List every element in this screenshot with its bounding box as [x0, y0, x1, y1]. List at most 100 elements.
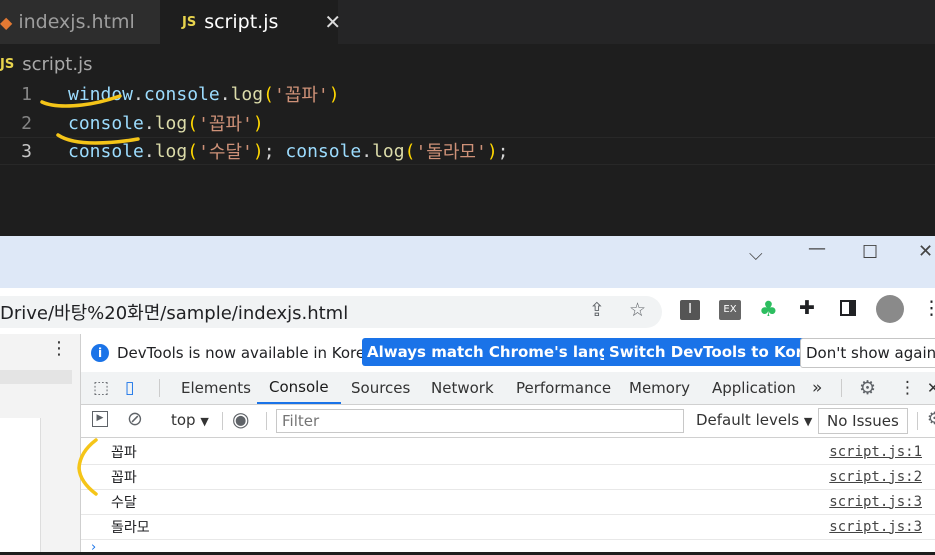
- share-icon[interactable]: ⇪: [589, 299, 605, 321]
- breadcrumb[interactable]: JS script.js: [0, 50, 92, 78]
- code-token: console: [143, 83, 220, 105]
- code-token: .: [133, 83, 144, 105]
- console-log-row[interactable]: 꼽파 script.js:2: [81, 464, 935, 490]
- browser-title-bar: ⌵ — ☐ ✕: [0, 236, 935, 288]
- chevron-down-icon[interactable]: ⌵: [749, 244, 763, 265]
- eye-icon[interactable]: ◉: [232, 407, 249, 431]
- console-toolbar: ▶ ⊘ top ▼ ◉ Default levels ▼ No Issues ⚙: [81, 405, 935, 438]
- code-token: console: [68, 140, 144, 162]
- code-token: (: [404, 140, 416, 162]
- page-viewport: ⋮: [0, 334, 80, 552]
- context-label: top: [171, 411, 196, 429]
- code-token: .: [143, 112, 155, 134]
- tab-indexjs-html[interactable]: ◆ indexjs.html: [0, 0, 160, 44]
- breadcrumb-file: script.js: [22, 53, 93, 75]
- log-levels-label: Default levels: [696, 411, 800, 429]
- extension-icon[interactable]: I: [680, 300, 700, 320]
- tab-script-js[interactable]: JS script.js ✕: [160, 0, 341, 44]
- info-icon: i: [91, 344, 109, 362]
- code-token: .: [361, 140, 373, 162]
- code-token: console: [285, 140, 362, 162]
- device-toolbar-icon[interactable]: ▯: [125, 372, 134, 404]
- divider: [222, 412, 223, 430]
- maximize-icon[interactable]: ☐: [862, 242, 878, 263]
- tab-elements[interactable]: Elements: [181, 372, 251, 404]
- console-log-row[interactable]: 꼽파 script.js:1: [81, 439, 935, 465]
- inspect-element-icon[interactable]: ⬚: [93, 372, 109, 404]
- tab-application[interactable]: Application: [712, 372, 796, 404]
- close-window-icon[interactable]: ✕: [918, 241, 933, 262]
- js-file-icon: JS: [0, 56, 15, 72]
- divider: [917, 412, 918, 430]
- console-prompt-icon[interactable]: ›: [91, 540, 96, 555]
- gear-icon[interactable]: ⚙: [927, 409, 935, 429]
- tab-sources[interactable]: Sources: [351, 372, 410, 404]
- divider: [841, 379, 842, 397]
- log-source-link[interactable]: script.js:1: [829, 444, 922, 460]
- page-content-block: [0, 370, 72, 384]
- language-infobar: i DevTools is now available in Korean! A…: [81, 334, 935, 373]
- code-token: ;: [497, 140, 509, 162]
- dropdown-arrow-icon: ▼: [200, 415, 209, 428]
- infobar-text: DevTools is now available in Korean!: [117, 344, 390, 362]
- puzzle-extensions-icon[interactable]: ✚: [799, 297, 815, 319]
- sidebar-toggle-icon[interactable]: ▶: [92, 411, 108, 427]
- browser-window: ⌵ — ☐ ✕ Drive/바탕%20화면/sample/indexjs.htm…: [0, 236, 935, 555]
- code-token: ;: [263, 140, 286, 162]
- log-source-link[interactable]: script.js:3: [829, 494, 922, 510]
- filter-input[interactable]: [276, 409, 684, 433]
- code-token: window: [68, 83, 134, 105]
- code-token: ): [486, 140, 498, 162]
- tab-memory[interactable]: Memory: [629, 372, 690, 404]
- evernote-icon[interactable]: ♣: [759, 297, 778, 321]
- dont-show-again-button[interactable]: Don't show again: [800, 338, 935, 368]
- code-token: ): [252, 112, 264, 134]
- code-token: (: [187, 140, 199, 162]
- log-source-link[interactable]: script.js:2: [829, 469, 922, 485]
- tab-performance[interactable]: Performance: [516, 372, 611, 404]
- extension-ex-icon[interactable]: EX: [719, 300, 741, 320]
- console-log-row[interactable]: 수달 script.js:3: [81, 489, 935, 515]
- tab-label: script.js: [204, 11, 279, 33]
- log-message: 꼽파: [111, 444, 137, 461]
- divider: [266, 412, 267, 430]
- gear-icon[interactable]: ⚙: [859, 372, 876, 404]
- page-content-block: [0, 418, 41, 552]
- context-selector[interactable]: top ▼: [171, 411, 209, 429]
- code-line[interactable]: 3 console. log('수달'); console. log('돌라모');: [0, 137, 935, 165]
- code-line[interactable]: 1 window. console. log('꼽파'): [0, 80, 935, 108]
- bookmark-star-icon[interactable]: ☆: [629, 299, 646, 321]
- code-line[interactable]: 2 console. log('꼽파'): [0, 109, 935, 137]
- code-token: .: [143, 140, 155, 162]
- dropdown-arrow-icon: ▼: [803, 415, 813, 428]
- more-menu-icon[interactable]: ⋮: [899, 372, 916, 404]
- tab-label: indexjs.html: [18, 11, 135, 33]
- line-number: 1: [21, 83, 32, 105]
- more-menu-icon[interactable]: ⋮: [50, 338, 68, 359]
- code-token: console: [68, 112, 144, 134]
- log-levels-dropdown[interactable]: Default levels ▼: [696, 411, 812, 429]
- issues-button[interactable]: No Issues: [818, 408, 908, 434]
- close-icon[interactable]: ✕: [927, 372, 935, 404]
- close-icon[interactable]: ✕: [324, 10, 341, 34]
- url-bar[interactable]: Drive/바탕%20화면/sample/indexjs.html ⇪ ☆: [0, 296, 662, 328]
- clear-console-icon[interactable]: ⊘: [127, 408, 143, 430]
- more-tabs-icon[interactable]: »: [812, 372, 822, 404]
- line-number: 2: [21, 112, 32, 134]
- html-file-icon: ◆: [0, 12, 13, 32]
- avatar[interactable]: [876, 295, 904, 323]
- log-source-link[interactable]: script.js:3: [829, 519, 922, 535]
- console-log-row[interactable]: 돌라모 script.js:3: [81, 514, 935, 540]
- code-token: .: [219, 83, 231, 105]
- tab-network[interactable]: Network: [431, 372, 494, 404]
- devtools-tabs: ⬚ ▯ Elements Console Sources Network Per…: [81, 372, 935, 405]
- tab-console[interactable]: Console: [257, 372, 341, 404]
- code-token: '돌라모': [415, 142, 487, 163]
- log-message: 수달: [111, 494, 137, 511]
- code-token: log: [154, 140, 188, 162]
- url-text: Drive/바탕%20화면/sample/indexjs.html: [0, 303, 349, 324]
- more-menu-icon[interactable]: ⋮: [922, 297, 935, 319]
- minimize-icon[interactable]: —: [808, 238, 826, 259]
- side-panel-icon[interactable]: [840, 300, 856, 316]
- code-token: (: [263, 83, 274, 105]
